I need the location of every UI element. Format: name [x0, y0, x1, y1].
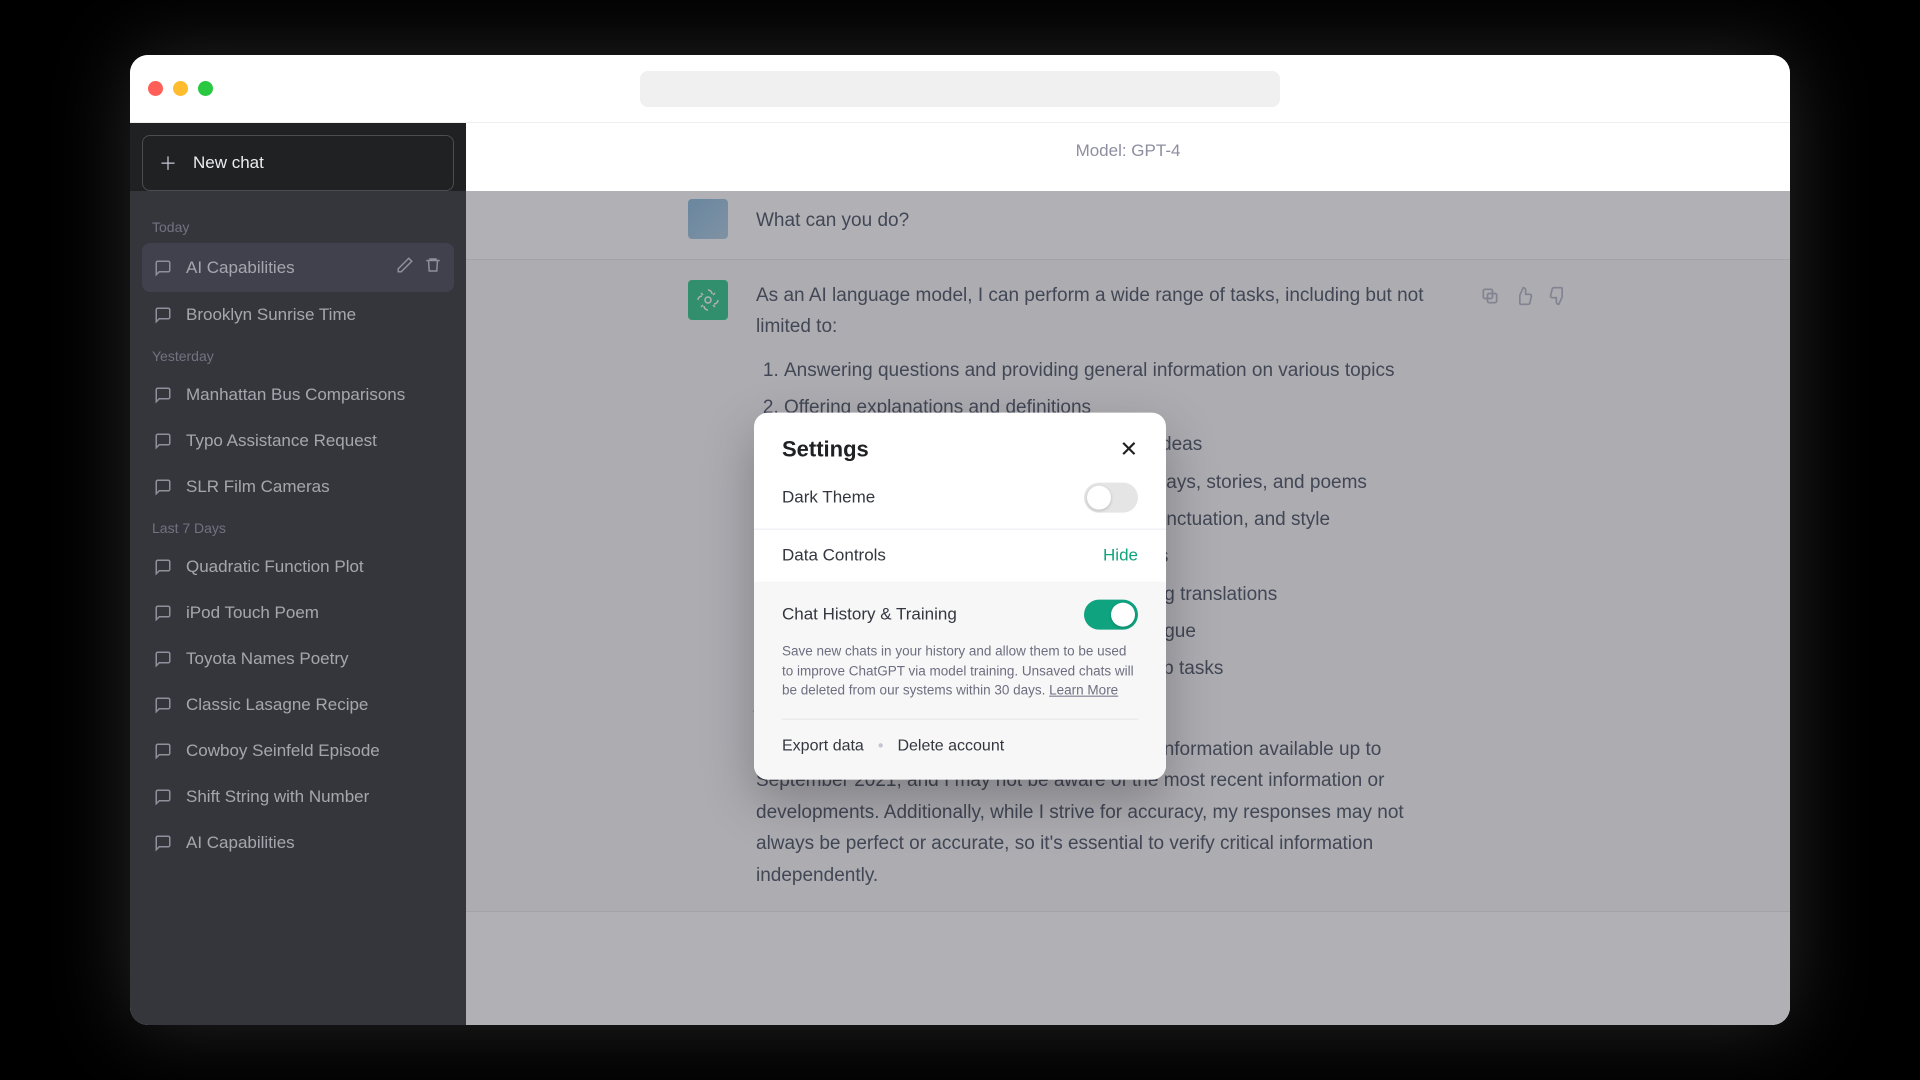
divider: [782, 718, 1138, 719]
chat-history-toggle[interactable]: [1084, 600, 1138, 630]
dot-separator: •: [878, 737, 884, 755]
data-controls-label: Data Controls: [782, 546, 886, 566]
new-chat-label: New chat: [193, 153, 264, 173]
modal-title: Settings: [782, 437, 869, 463]
settings-modal: Settings ✕ Dark Theme Data Controls Hide…: [754, 413, 1166, 780]
chat-history-description: Save new chats in your history and allow…: [782, 642, 1138, 701]
delete-account-link[interactable]: Delete account: [897, 737, 1004, 755]
traffic-lights: [148, 81, 213, 96]
window-close-icon[interactable]: [148, 81, 163, 96]
data-controls-row: Data Controls Hide: [754, 529, 1166, 582]
dark-theme-row: Dark Theme: [754, 479, 1166, 529]
new-chat-button[interactable]: ＋ New chat: [142, 135, 454, 191]
data-controls-panel: Chat History & Training Save new chats i…: [754, 582, 1166, 780]
titlebar: [130, 55, 1790, 123]
close-icon[interactable]: ✕: [1120, 437, 1138, 463]
hide-link[interactable]: Hide: [1103, 546, 1138, 566]
model-label: Model: GPT-4: [466, 123, 1790, 179]
window-minimize-icon[interactable]: [173, 81, 188, 96]
dark-theme-label: Dark Theme: [782, 488, 875, 508]
url-bar[interactable]: [640, 71, 1280, 107]
chat-history-label: Chat History & Training: [782, 605, 957, 625]
window-zoom-icon[interactable]: [198, 81, 213, 96]
learn-more-link[interactable]: Learn More: [1049, 683, 1118, 698]
plus-icon: ＋: [159, 150, 177, 176]
dark-theme-toggle[interactable]: [1084, 483, 1138, 513]
app-window: ＋ New chat Today AI Capabilities Brookly…: [130, 55, 1790, 1025]
export-data-link[interactable]: Export data: [782, 737, 864, 755]
